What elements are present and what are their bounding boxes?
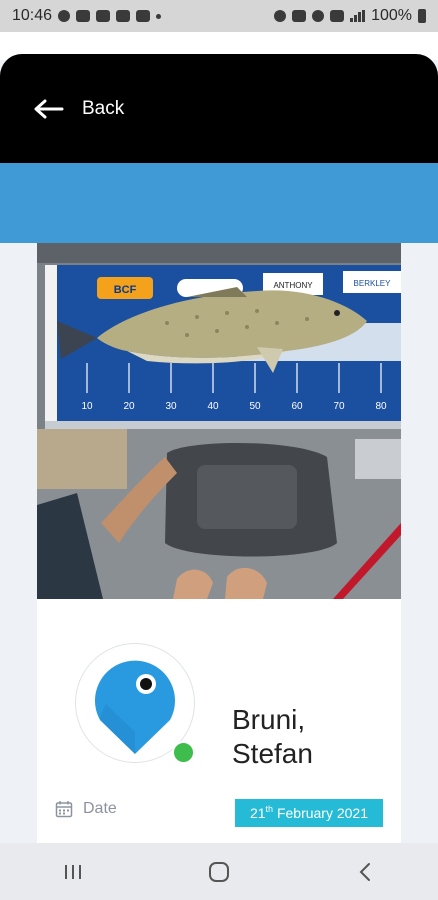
date-label: Date <box>83 800 117 817</box>
nav-back-icon <box>359 862 370 881</box>
recent-apps-icon <box>65 864 81 879</box>
ruler-tick-label: 20 <box>123 401 135 412</box>
alarm-icon <box>274 10 287 22</box>
nav-back-button[interactable] <box>335 852 395 892</box>
angler-name: Bruni, Stefan <box>232 703 382 771</box>
status-bar: 10:46 100% <box>0 0 438 32</box>
notification-icon <box>76 10 91 22</box>
back-button[interactable]: Back <box>34 98 124 120</box>
notification-icon <box>96 10 111 22</box>
battery-text: 100% <box>371 7 412 24</box>
location-icon <box>312 10 325 22</box>
ruler-tick-label: 30 <box>165 401 177 412</box>
recent-apps-button[interactable] <box>43 852 103 892</box>
notification-icon <box>116 10 131 22</box>
signal-icon <box>350 10 366 22</box>
mute-icon <box>292 10 307 22</box>
system-nav-bar <box>0 843 438 900</box>
notification-icon <box>136 10 151 22</box>
ruler-tick-label: 10 <box>81 401 93 412</box>
brand-label: BERKLEY <box>354 279 392 288</box>
accent-band <box>0 163 438 243</box>
back-label: Back <box>82 98 125 119</box>
brand-label: ANTHONY <box>273 281 313 290</box>
home-button[interactable] <box>189 852 249 892</box>
online-status-dot <box>172 741 195 764</box>
more-notifications-icon <box>156 13 162 19</box>
ruler-tick-label: 40 <box>207 401 219 412</box>
home-icon <box>209 861 229 882</box>
catch-card: BCF ANTHONY BERKLEY 10 20 30 40 50 60 70… <box>37 243 401 843</box>
date-suffix: th <box>265 804 274 814</box>
ruler-tick-label: 60 <box>291 401 303 412</box>
ruler-tick-label: 70 <box>333 401 345 412</box>
status-time: 10:46 <box>12 7 53 24</box>
ruler-tick-label: 80 <box>375 401 387 412</box>
calendar-icon <box>55 801 73 818</box>
fish-photo: BCF ANTHONY BERKLEY 10 20 30 40 50 60 70… <box>37 243 401 599</box>
date-badge: 21th February 2021 <box>235 799 383 827</box>
catch-photo[interactable]: BCF ANTHONY BERKLEY 10 20 30 40 50 60 70… <box>37 243 401 599</box>
ruler-tick-label: 50 <box>249 401 261 412</box>
brand-label: BCF <box>114 284 137 296</box>
date-day: 21 <box>249 805 266 821</box>
angler-last-name: Bruni, <box>232 704 306 735</box>
messenger-icon <box>58 10 71 22</box>
lte-icon <box>330 10 345 22</box>
date-rest: February 2021 <box>273 805 369 821</box>
date-row: Date <box>55 800 117 818</box>
angler-first-name: Stefan <box>232 738 313 769</box>
app-header: Back <box>0 54 438 164</box>
back-arrow-icon <box>34 99 64 119</box>
battery-icon <box>418 9 426 23</box>
